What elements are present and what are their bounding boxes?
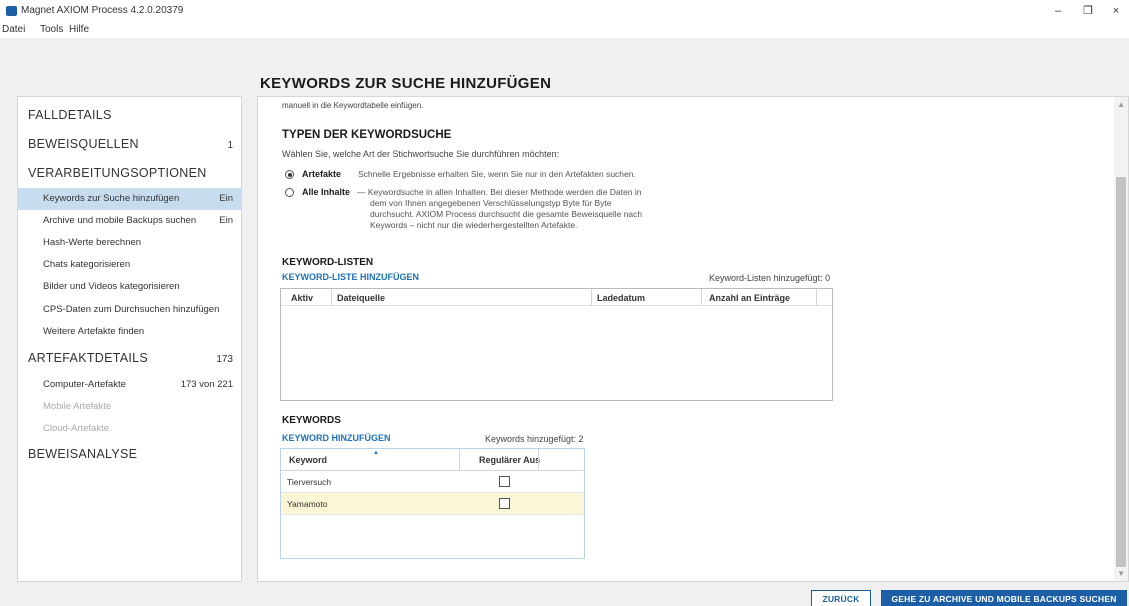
sidebar-section-verarbeitungsoptionen[interactable]: VERARBEITUNGSOPTIONEN xyxy=(28,166,207,180)
sidebar-nav: FALLDETAILS BEWEISQUELLEN 1 VERARBEITUNG… xyxy=(17,96,242,582)
sidebar-item-status: 173 von 221 xyxy=(180,379,233,390)
radio-alle-inhalte-desc-3: durchsucht. AXIOM Process durchsucht die… xyxy=(370,209,643,219)
keyword-lists-heading: KEYWORD-LISTEN xyxy=(282,257,374,268)
sidebar-item-archive[interactable]: Archive und mobile Backups suchen Ein xyxy=(18,210,241,232)
sidebar-item-label: Weitere Artefakte finden xyxy=(43,326,145,337)
sidebar-item-cloud-artefakte: Cloud-Artefakte xyxy=(18,418,241,440)
sidebar-item-label: Archive und mobile Backups suchen xyxy=(43,215,197,226)
sort-ascending-icon: ▲ xyxy=(373,450,379,456)
keyword-cell[interactable]: Yamamoto xyxy=(287,499,327,509)
regex-checkbox[interactable] xyxy=(499,498,510,509)
sidebar-item-label: CPS-Daten zum Durchsuchen hinzufügen xyxy=(43,304,220,315)
typen-description: Wählen Sie, welche Art der Stichwortsuch… xyxy=(282,149,560,159)
sidebar-item-label: Keywords zur Suche hinzufügen xyxy=(43,193,180,204)
radio-alle-inhalte-desc-1: — Keywordsuche in allen Inhalten. Bei di… xyxy=(357,187,642,197)
sidebar-item-chats[interactable]: Chats kategorisieren xyxy=(18,254,241,276)
keywords-table-header: Keyword ▲ Regulärer Aus xyxy=(281,449,584,471)
sidebar-item-bilder[interactable]: Bilder und Videos kategorisieren xyxy=(18,276,241,298)
add-keyword-list-link[interactable]: KEYWORD-LISTE HINZUFÜGEN xyxy=(282,272,419,282)
sidebar-item-label: Bilder und Videos kategorisieren xyxy=(43,281,180,292)
radio-alle-inhalte-desc-2: dem von Ihnen angegebenen Verschlüsselun… xyxy=(370,198,612,208)
menu-tools[interactable]: Tools xyxy=(40,24,63,35)
minimize-button[interactable]: – xyxy=(1048,3,1068,19)
scroll-up-icon[interactable]: ▲ xyxy=(1117,100,1125,109)
typen-heading: TYPEN DER KEYWORDSUCHE xyxy=(282,129,452,141)
radio-alle-inhalte-label[interactable]: Alle Inhalte xyxy=(302,187,350,197)
sidebar-item-mobile-artefakte: Mobile Artefakte xyxy=(18,396,241,418)
app-logo-icon xyxy=(6,6,17,16)
sidebar-item-weitere-artefakte[interactable]: Weitere Artefakte finden xyxy=(18,321,241,343)
menu-datei[interactable]: Datei xyxy=(2,24,25,35)
column-aktiv[interactable]: Aktiv xyxy=(291,289,313,306)
intro-text: manuell in die Keywordtabelle einfügen. xyxy=(282,101,424,110)
back-button[interactable]: ZURÜCK xyxy=(811,590,871,606)
keywords-heading: KEYWORDS xyxy=(282,415,341,426)
sidebar-section-beweisanalyse[interactable]: BEWEISANALYSE xyxy=(28,447,137,461)
sidebar-item-label: Mobile Artefakte xyxy=(43,401,112,412)
add-keyword-link[interactable]: KEYWORD HINZUFÜGEN xyxy=(282,433,391,443)
close-button[interactable]: × xyxy=(1106,3,1126,19)
menu-hilfe[interactable]: Hilfe xyxy=(69,24,89,35)
title-bar: Magnet AXIOM Process 4.2.0.20379 – ❐ × xyxy=(0,0,1129,22)
column-keyword[interactable]: Keyword xyxy=(289,455,327,465)
scroll-down-icon[interactable]: ▼ xyxy=(1117,569,1125,578)
vertical-scrollbar[interactable]: ▲ ▼ xyxy=(1114,97,1128,581)
sidebar-section-falldetails[interactable]: FALLDETAILS xyxy=(28,108,112,122)
sidebar-item-hash[interactable]: Hash-Werte berechnen xyxy=(18,232,241,254)
keywords-count: Keywords hinzugefügt: 2 xyxy=(485,434,584,444)
scrollbar-thumb[interactable] xyxy=(1116,177,1126,567)
column-regulaerer-ausdruck[interactable]: Regulärer Aus xyxy=(479,455,540,465)
regex-checkbox[interactable] xyxy=(499,476,510,487)
keyword-lists-table: Aktiv Dateiquelle Ladedatum Anzahl an Ei… xyxy=(280,288,833,401)
table-row[interactable]: Tierversuch xyxy=(281,471,584,493)
column-dateiquelle[interactable]: Dateiquelle xyxy=(337,289,385,306)
keyword-lists-table-header: Aktiv Dateiquelle Ladedatum Anzahl an Ei… xyxy=(281,289,832,306)
artefaktdetails-count: 173 xyxy=(216,354,233,365)
radio-alle-inhalte-desc-4: Keywords – nicht nur die wiederhergestel… xyxy=(370,220,578,230)
sidebar-item-label: Cloud-Artefakte xyxy=(43,423,110,434)
page-title: KEYWORDS ZUR SUCHE HINZUFÜGEN xyxy=(260,75,552,92)
table-row[interactable]: Yamamoto xyxy=(281,493,584,515)
radio-artefakte-label[interactable]: Artefakte xyxy=(302,169,341,179)
column-anzahl[interactable]: Anzahl an Einträge xyxy=(709,289,790,306)
radio-artefakte[interactable] xyxy=(285,170,294,179)
sidebar-item-label: Computer-Artefakte xyxy=(43,379,126,390)
next-button[interactable]: GEHE ZU ARCHIVE UND MOBILE BACKUPS SUCHE… xyxy=(881,590,1127,606)
maximize-button[interactable]: ❐ xyxy=(1078,3,1098,19)
radio-artefakte-desc: Schnelle Ergebnisse erhalten Sie, wenn S… xyxy=(358,169,636,179)
sidebar-section-artefaktdetails[interactable]: ARTEFAKTDETAILS xyxy=(28,351,148,365)
sidebar-item-status: Ein xyxy=(219,193,233,204)
sidebar-item-label: Chats kategorisieren xyxy=(43,259,131,270)
sidebar-section-beweisquellen[interactable]: BEWEISQUELLEN xyxy=(28,137,139,151)
keyword-cell[interactable]: Tierversuch xyxy=(287,477,331,487)
column-ladedatum[interactable]: Ladedatum xyxy=(597,289,645,306)
menu-bar: Datei Tools Hilfe xyxy=(0,22,1129,38)
keywords-table: Keyword ▲ Regulärer Aus Tierversuch Yama… xyxy=(280,448,585,559)
window-title: Magnet AXIOM Process 4.2.0.20379 xyxy=(21,5,184,16)
sidebar-item-status: Ein xyxy=(219,215,233,226)
sidebar-item-computer-artefakte[interactable]: Computer-Artefakte 173 von 221 xyxy=(18,374,241,396)
keyword-lists-count: Keyword-Listen hinzugefügt: 0 xyxy=(709,273,831,283)
sidebar-item-cps[interactable]: CPS-Daten zum Durchsuchen hinzufügen xyxy=(18,299,241,321)
beweisquellen-count: 1 xyxy=(227,140,233,151)
sidebar-item-keywords[interactable]: Keywords zur Suche hinzufügen Ein xyxy=(18,188,241,210)
sidebar-item-label: Hash-Werte berechnen xyxy=(43,237,142,248)
radio-alle-inhalte[interactable] xyxy=(285,188,294,197)
